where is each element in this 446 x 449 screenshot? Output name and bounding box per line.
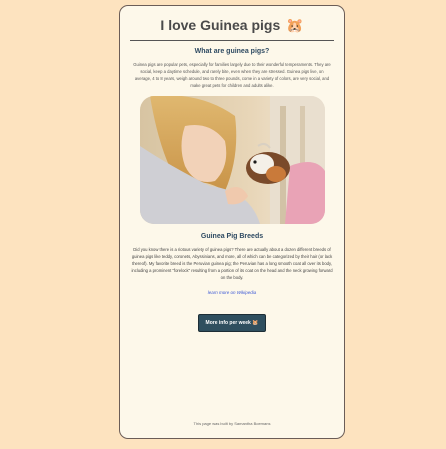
page-title-text: I love Guinea pigs — [160, 17, 281, 33]
intro-heading: What are guinea pigs? — [194, 48, 270, 55]
title-divider — [130, 40, 334, 41]
hamster-icon: 🐹 — [286, 17, 304, 33]
wikipedia-link[interactable]: learn more on Wikipedia — [120, 289, 344, 296]
footer-credit: This page was built by Samantha Boemans — [193, 421, 271, 426]
guinea-pig-photo — [139, 96, 325, 224]
content-card: I love Guinea pigs 🐹 What are guinea pig… — [119, 5, 345, 439]
breeds-paragraph: Did you know there is a riotous variety … — [131, 247, 333, 280]
breeds-heading: Guinea Pig Breeds — [200, 233, 264, 240]
intro-paragraph: Guinea pigs are popular pets, especially… — [133, 62, 331, 88]
page-title: I love Guinea pigs 🐹 — [120, 17, 344, 33]
more-info-button[interactable]: More info per week 🐹 — [198, 314, 266, 332]
